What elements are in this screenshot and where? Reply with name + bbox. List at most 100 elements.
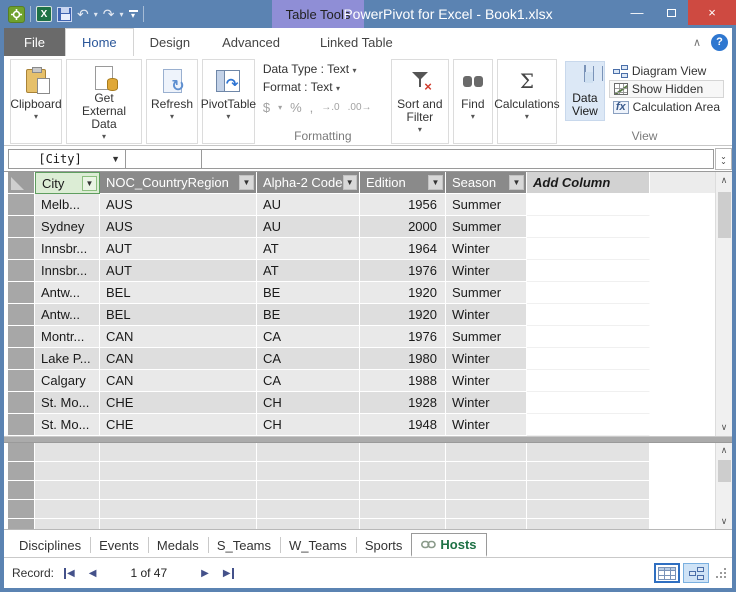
grid-cell[interactable]: CAN — [100, 326, 257, 348]
calc-cell[interactable] — [446, 481, 527, 500]
grid-cell[interactable]: Antw... — [35, 282, 100, 304]
maximize-button[interactable] — [654, 0, 688, 25]
grid-cell[interactable]: BEL — [100, 304, 257, 326]
save-icon[interactable] — [57, 6, 72, 22]
calc-cell[interactable] — [360, 519, 446, 529]
calc-cell[interactable] — [360, 443, 446, 462]
scroll-up-icon[interactable]: ∧ — [721, 443, 728, 458]
calc-cell[interactable] — [257, 481, 360, 500]
minimize-button[interactable]: — — [620, 0, 654, 25]
grid-cell[interactable]: Calgary — [35, 370, 100, 392]
previous-record-icon[interactable]: ◀ — [89, 568, 97, 579]
calc-cell[interactable] — [257, 500, 360, 519]
calc-cell[interactable] — [360, 481, 446, 500]
calc-cell[interactable] — [527, 519, 650, 529]
filter-dropdown-icon[interactable]: ▼ — [82, 175, 97, 191]
row-selector[interactable] — [8, 194, 35, 216]
row-selector[interactable] — [8, 216, 35, 238]
format-dropdown[interactable]: Format : Text ▾ — [263, 79, 383, 97]
grid-cell[interactable]: Summer — [446, 194, 527, 216]
grid-cell[interactable]: BE — [257, 282, 360, 304]
column-header-city[interactable]: City ▼ — [35, 172, 100, 194]
pivottable-button[interactable]: PivotTable ▾ — [201, 59, 256, 144]
scrollbar-thumb[interactable] — [717, 192, 731, 238]
grid-cell[interactable]: Melb... — [35, 194, 100, 216]
grid-cell[interactable]: AU — [257, 216, 360, 238]
calc-cell[interactable] — [527, 462, 650, 481]
grid-cell[interactable]: 1920 — [360, 282, 446, 304]
excel-icon[interactable]: X — [36, 6, 52, 22]
add-column-cell[interactable] — [527, 260, 650, 282]
grid-cell[interactable]: AUT — [100, 260, 257, 282]
row-selector[interactable] — [8, 443, 35, 462]
grid-cell[interactable]: Winter — [446, 260, 527, 282]
grid-cell[interactable]: Innsbr... — [35, 238, 100, 260]
grid-cell[interactable]: Antw... — [35, 304, 100, 326]
row-selector[interactable] — [8, 370, 35, 392]
grid-cell[interactable]: St. Mo... — [35, 414, 100, 436]
grid-cell[interactable]: AUS — [100, 216, 257, 238]
data-view-button[interactable]: Data View — [565, 61, 605, 121]
add-column-cell[interactable] — [527, 282, 650, 304]
scroll-down-icon[interactable]: ∨ — [721, 419, 728, 436]
calc-cell[interactable] — [257, 519, 360, 529]
grid-cell[interactable]: St. Mo... — [35, 392, 100, 414]
grid-cell[interactable]: Innsbr... — [35, 260, 100, 282]
resize-grip[interactable] — [716, 568, 726, 578]
column-header-noc-countryregion[interactable]: NOC_CountryRegion ▼ — [100, 172, 257, 194]
grid-cell[interactable]: CA — [257, 370, 360, 392]
grid-cell[interactable]: Winter — [446, 414, 527, 436]
filter-dropdown-icon[interactable]: ▼ — [239, 175, 254, 190]
help-icon[interactable]: ? — [711, 33, 728, 51]
calc-cell[interactable] — [100, 462, 257, 481]
undo-dropdown-icon[interactable]: ▾ — [94, 10, 98, 19]
refresh-button[interactable]: Refresh ▾ — [146, 59, 198, 144]
scroll-up-icon[interactable]: ∧ — [721, 172, 728, 189]
grid-cell[interactable]: CA — [257, 326, 360, 348]
grid-cell[interactable]: CHE — [100, 414, 257, 436]
sheet-tab-disciplines[interactable]: Disciplines — [10, 533, 90, 557]
clipboard-button[interactable]: Clipboard ▾ — [10, 59, 62, 144]
formula-input[interactable] — [202, 148, 714, 169]
calc-cell[interactable] — [527, 481, 650, 500]
row-selector[interactable] — [8, 462, 35, 481]
column-header-season[interactable]: Season ▼ — [446, 172, 527, 194]
ribbon-tab-home[interactable]: Home — [64, 28, 134, 56]
row-selector[interactable] — [8, 260, 35, 282]
grid-cell[interactable]: CH — [257, 392, 360, 414]
grid-cell[interactable]: Winter — [446, 348, 527, 370]
ribbon-tab-linked-table[interactable]: Linked Table — [304, 28, 409, 56]
add-column-cell[interactable] — [527, 370, 650, 392]
grid-cell[interactable]: AUS — [100, 194, 257, 216]
calc-cell[interactable] — [446, 519, 527, 529]
collapse-ribbon-icon[interactable]: ∧ — [693, 36, 701, 49]
grid-cell[interactable]: 1980 — [360, 348, 446, 370]
column-name-combobox[interactable]: [City] ▼ — [8, 148, 126, 169]
expand-formula-bar-button[interactable]: ⌄ ⌄ — [715, 147, 732, 170]
get-external-data-button[interactable]: Get External Data ▾ — [66, 59, 142, 144]
calculation-area-button[interactable]: fx Calculation Area — [609, 99, 724, 115]
last-record-icon[interactable]: ▶ — [223, 567, 234, 579]
customize-qat-icon[interactable]: ▾ — [128, 9, 138, 19]
sort-and-filter-button[interactable]: × Sort and Filter ▾ — [390, 59, 449, 144]
formula-secondary-box[interactable] — [126, 148, 202, 169]
row-selector[interactable] — [8, 238, 35, 260]
row-selector[interactable] — [8, 348, 35, 370]
grid-cell[interactable]: 1956 — [360, 194, 446, 216]
grid-cell[interactable]: CH — [257, 414, 360, 436]
sheet-tab-events[interactable]: Events — [90, 533, 148, 557]
calc-cell[interactable] — [100, 519, 257, 529]
sheet-tab-w_teams[interactable]: W_Teams — [280, 533, 356, 557]
calc-cell[interactable] — [360, 462, 446, 481]
grid-cell[interactable]: 1964 — [360, 238, 446, 260]
calc-cell[interactable] — [100, 443, 257, 462]
add-column-cell[interactable] — [527, 392, 650, 414]
grid-cell[interactable]: Summer — [446, 282, 527, 304]
redo-dropdown-icon[interactable]: ▾ — [119, 10, 123, 19]
filter-dropdown-icon[interactable]: ▼ — [342, 175, 357, 190]
find-button[interactable]: Find ▾ — [452, 59, 493, 144]
calc-cell[interactable] — [446, 462, 527, 481]
column-header-add-column[interactable]: Add Column — [527, 172, 650, 194]
diagram-view-button[interactable]: Diagram View — [609, 63, 724, 79]
add-column-cell[interactable] — [527, 238, 650, 260]
